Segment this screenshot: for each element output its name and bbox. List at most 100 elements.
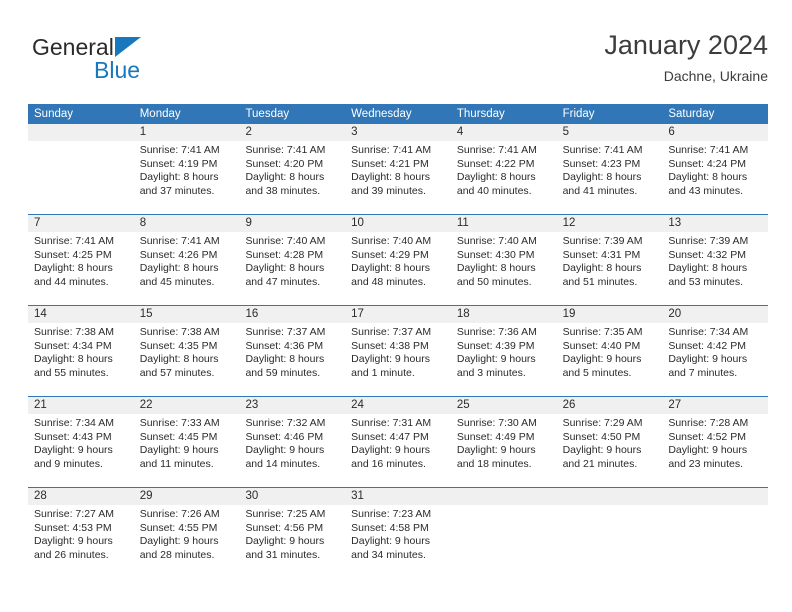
day-cell-26[interactable]: Sunrise: 7:29 AM Sunset: 4:50 PM Daylight:… — [557, 414, 663, 487]
day-cell-15[interactable]: Sunrise: 7:38 AM Sunset: 4:35 PM Daylight:… — [134, 323, 240, 396]
day-info-line: and 11 minutes. — [139, 457, 214, 470]
day-info-line: Daylight: 8 hours — [668, 262, 748, 275]
day-info-line: Sunset: 4:25 PM — [34, 248, 112, 261]
brand-logo[interactable]: General Blue — [32, 34, 262, 92]
day-number-8[interactable]: 8 — [134, 215, 240, 232]
day-info-line: Sunset: 4:45 PM — [139, 430, 218, 443]
day-number-21[interactable]: 21 — [28, 397, 134, 414]
day-number-22[interactable]: 22 — [134, 397, 240, 414]
day-cell-9[interactable]: Sunrise: 7:40 AM Sunset: 4:28 PM Daylight:… — [239, 232, 345, 305]
day-cell-18[interactable]: Sunrise: 7:36 AM Sunset: 4:39 PM Daylight:… — [451, 323, 557, 396]
day-info-line: Sunset: 4:23 PM — [562, 157, 641, 170]
day-number-13[interactable]: 13 — [662, 215, 768, 232]
day-number-4[interactable]: 4 — [451, 124, 557, 141]
day-number-3[interactable]: 3 — [345, 124, 451, 141]
day-info-line: Sunset: 4:38 PM — [351, 339, 429, 352]
day-cell-31[interactable]: Sunrise: 7:23 AM Sunset: 4:58 PM Daylight:… — [345, 505, 451, 578]
day-number-23[interactable]: 23 — [239, 397, 345, 414]
day-number-31[interactable]: 31 — [345, 488, 451, 505]
day-number-1[interactable]: 1 — [134, 124, 240, 141]
day-cell-20[interactable]: Sunrise: 7:34 AM Sunset: 4:42 PM Daylight:… — [662, 323, 768, 396]
day-cell-29[interactable]: Sunrise: 7:26 AM Sunset: 4:55 PM Daylight:… — [134, 505, 240, 578]
day-cell-17[interactable]: Sunrise: 7:37 AM Sunset: 4:38 PM Daylight:… — [345, 323, 451, 396]
day-info-line: and 3 minutes. — [456, 366, 526, 379]
day-cell-12[interactable]: Sunrise: 7:39 AM Sunset: 4:31 PM Daylight:… — [557, 232, 663, 305]
day-number-6[interactable]: 6 — [662, 124, 768, 141]
day-number-24[interactable]: 24 — [345, 397, 451, 414]
day-cell-19[interactable]: Sunrise: 7:35 AM Sunset: 4:40 PM Daylight:… — [557, 323, 663, 396]
day-cell-25[interactable]: Sunrise: 7:30 AM Sunset: 4:49 PM Daylight:… — [451, 414, 557, 487]
day-info-line: Sunrise: 7:30 AM — [456, 417, 537, 429]
day-cell-13[interactable]: Sunrise: 7:39 AM Sunset: 4:32 PM Daylight:… — [662, 232, 768, 305]
weekday-header-friday: Friday — [562, 108, 595, 120]
day-number-28[interactable]: 28 — [28, 488, 134, 505]
day-info-line: Sunrise: 7:37 AM — [245, 326, 326, 338]
day-cell-27[interactable]: Sunrise: 7:28 AM Sunset: 4:52 PM Daylight:… — [662, 414, 768, 487]
day-info-line: Sunrise: 7:29 AM — [562, 417, 643, 429]
day-number-19[interactable]: 19 — [557, 306, 663, 323]
day-number-29[interactable]: 29 — [134, 488, 240, 505]
day-cell-4[interactable]: Sunrise: 7:41 AM Sunset: 4:22 PM Daylight:… — [451, 141, 557, 214]
day-cell-empty — [28, 141, 134, 214]
day-info-line: Sunrise: 7:41 AM — [456, 144, 537, 156]
day-info-line: Sunset: 4:58 PM — [351, 521, 429, 534]
day-info-line: Sunrise: 7:39 AM — [668, 235, 749, 247]
day-info-line: and 48 minutes. — [351, 275, 426, 288]
day-cell-24[interactable]: Sunrise: 7:31 AM Sunset: 4:47 PM Daylight:… — [345, 414, 451, 487]
day-info-line: Daylight: 9 hours — [245, 535, 325, 548]
day-number-empty — [557, 488, 663, 505]
day-cell-21[interactable]: Sunrise: 7:34 AM Sunset: 4:43 PM Daylight:… — [28, 414, 134, 487]
day-cell-6[interactable]: Sunrise: 7:41 AM Sunset: 4:24 PM Daylight:… — [662, 141, 768, 214]
day-cell-10[interactable]: Sunrise: 7:40 AM Sunset: 4:29 PM Daylight:… — [345, 232, 451, 305]
day-cell-28[interactable]: Sunrise: 7:27 AM Sunset: 4:53 PM Daylight:… — [28, 505, 134, 578]
day-number-30[interactable]: 30 — [239, 488, 345, 505]
day-info-line: Daylight: 8 hours — [562, 171, 642, 184]
day-info-line: Daylight: 9 hours — [562, 353, 642, 366]
day-number-11[interactable]: 11 — [451, 215, 557, 232]
day-info-line: Sunset: 4:19 PM — [139, 157, 218, 170]
day-number-18[interactable]: 18 — [451, 306, 557, 323]
day-cell-1[interactable]: Sunrise: 7:41 AM Sunset: 4:19 PM Daylight:… — [134, 141, 240, 214]
week-date-band: 123456 — [28, 124, 768, 141]
week-date-band: 7 8 9 10 11 12 13 — [28, 215, 768, 232]
day-cell-2[interactable]: Sunrise: 7:41 AM Sunset: 4:20 PM Daylight:… — [239, 141, 345, 214]
day-info-line: Sunset: 4:22 PM — [456, 157, 535, 170]
day-number-9[interactable]: 9 — [239, 215, 345, 232]
day-cell-22[interactable]: Sunrise: 7:33 AM Sunset: 4:45 PM Daylight:… — [134, 414, 240, 487]
day-number-2[interactable]: 2 — [239, 124, 345, 141]
day-info-line: Sunrise: 7:28 AM — [668, 417, 749, 429]
day-cell-14[interactable]: Sunrise: 7:38 AM Sunset: 4:34 PM Daylight:… — [28, 323, 134, 396]
day-number-5[interactable]: 5 — [557, 124, 663, 141]
day-cell-16[interactable]: Sunrise: 7:37 AM Sunset: 4:36 PM Daylight:… — [239, 323, 345, 396]
day-info-line: Daylight: 9 hours — [668, 444, 748, 457]
day-number-10[interactable]: 10 — [345, 215, 451, 232]
day-info-line: Sunrise: 7:33 AM — [139, 417, 220, 429]
day-number-15[interactable]: 15 — [134, 306, 240, 323]
day-info-line: Sunset: 4:31 PM — [562, 248, 641, 261]
day-info-line: Sunset: 4:46 PM — [245, 430, 324, 443]
day-cell-8[interactable]: Sunrise: 7:41 AM Sunset: 4:26 PM Daylight:… — [134, 232, 240, 305]
day-cell-7[interactable]: Sunrise: 7:41 AM Sunset: 4:25 PM Daylight:… — [28, 232, 134, 305]
day-info-line: Sunrise: 7:39 AM — [562, 235, 643, 247]
day-number-16[interactable]: 16 — [239, 306, 345, 323]
day-number-17[interactable]: 17 — [345, 306, 451, 323]
day-number-20[interactable]: 20 — [662, 306, 768, 323]
day-info-line: Sunrise: 7:37 AM — [351, 326, 432, 338]
day-cell-11[interactable]: Sunrise: 7:40 AM Sunset: 4:30 PM Daylight:… — [451, 232, 557, 305]
day-cell-3[interactable]: Sunrise: 7:41 AM Sunset: 4:21 PM Daylight:… — [345, 141, 451, 214]
day-info-line: Sunrise: 7:41 AM — [668, 144, 749, 156]
day-cell-23[interactable]: Sunrise: 7:32 AM Sunset: 4:46 PM Daylight:… — [239, 414, 345, 487]
day-number-12[interactable]: 12 — [557, 215, 663, 232]
day-info-line: Daylight: 9 hours — [456, 353, 536, 366]
day-number-25[interactable]: 25 — [451, 397, 557, 414]
day-number-14[interactable]: 14 — [28, 306, 134, 323]
day-info-line: Daylight: 9 hours — [34, 444, 113, 457]
day-number-27[interactable]: 27 — [662, 397, 768, 414]
day-number-7[interactable]: 7 — [28, 215, 134, 232]
day-cell-5[interactable]: Sunrise: 7:41 AM Sunset: 4:23 PM Daylight:… — [557, 141, 663, 214]
day-info-line: Sunset: 4:53 PM — [34, 521, 112, 534]
day-number-26[interactable]: 26 — [557, 397, 663, 414]
day-cell-30[interactable]: Sunrise: 7:25 AM Sunset: 4:56 PM Daylight:… — [239, 505, 345, 578]
day-info-line: Sunrise: 7:40 AM — [456, 235, 537, 247]
day-info-line: Daylight: 8 hours — [245, 262, 325, 275]
